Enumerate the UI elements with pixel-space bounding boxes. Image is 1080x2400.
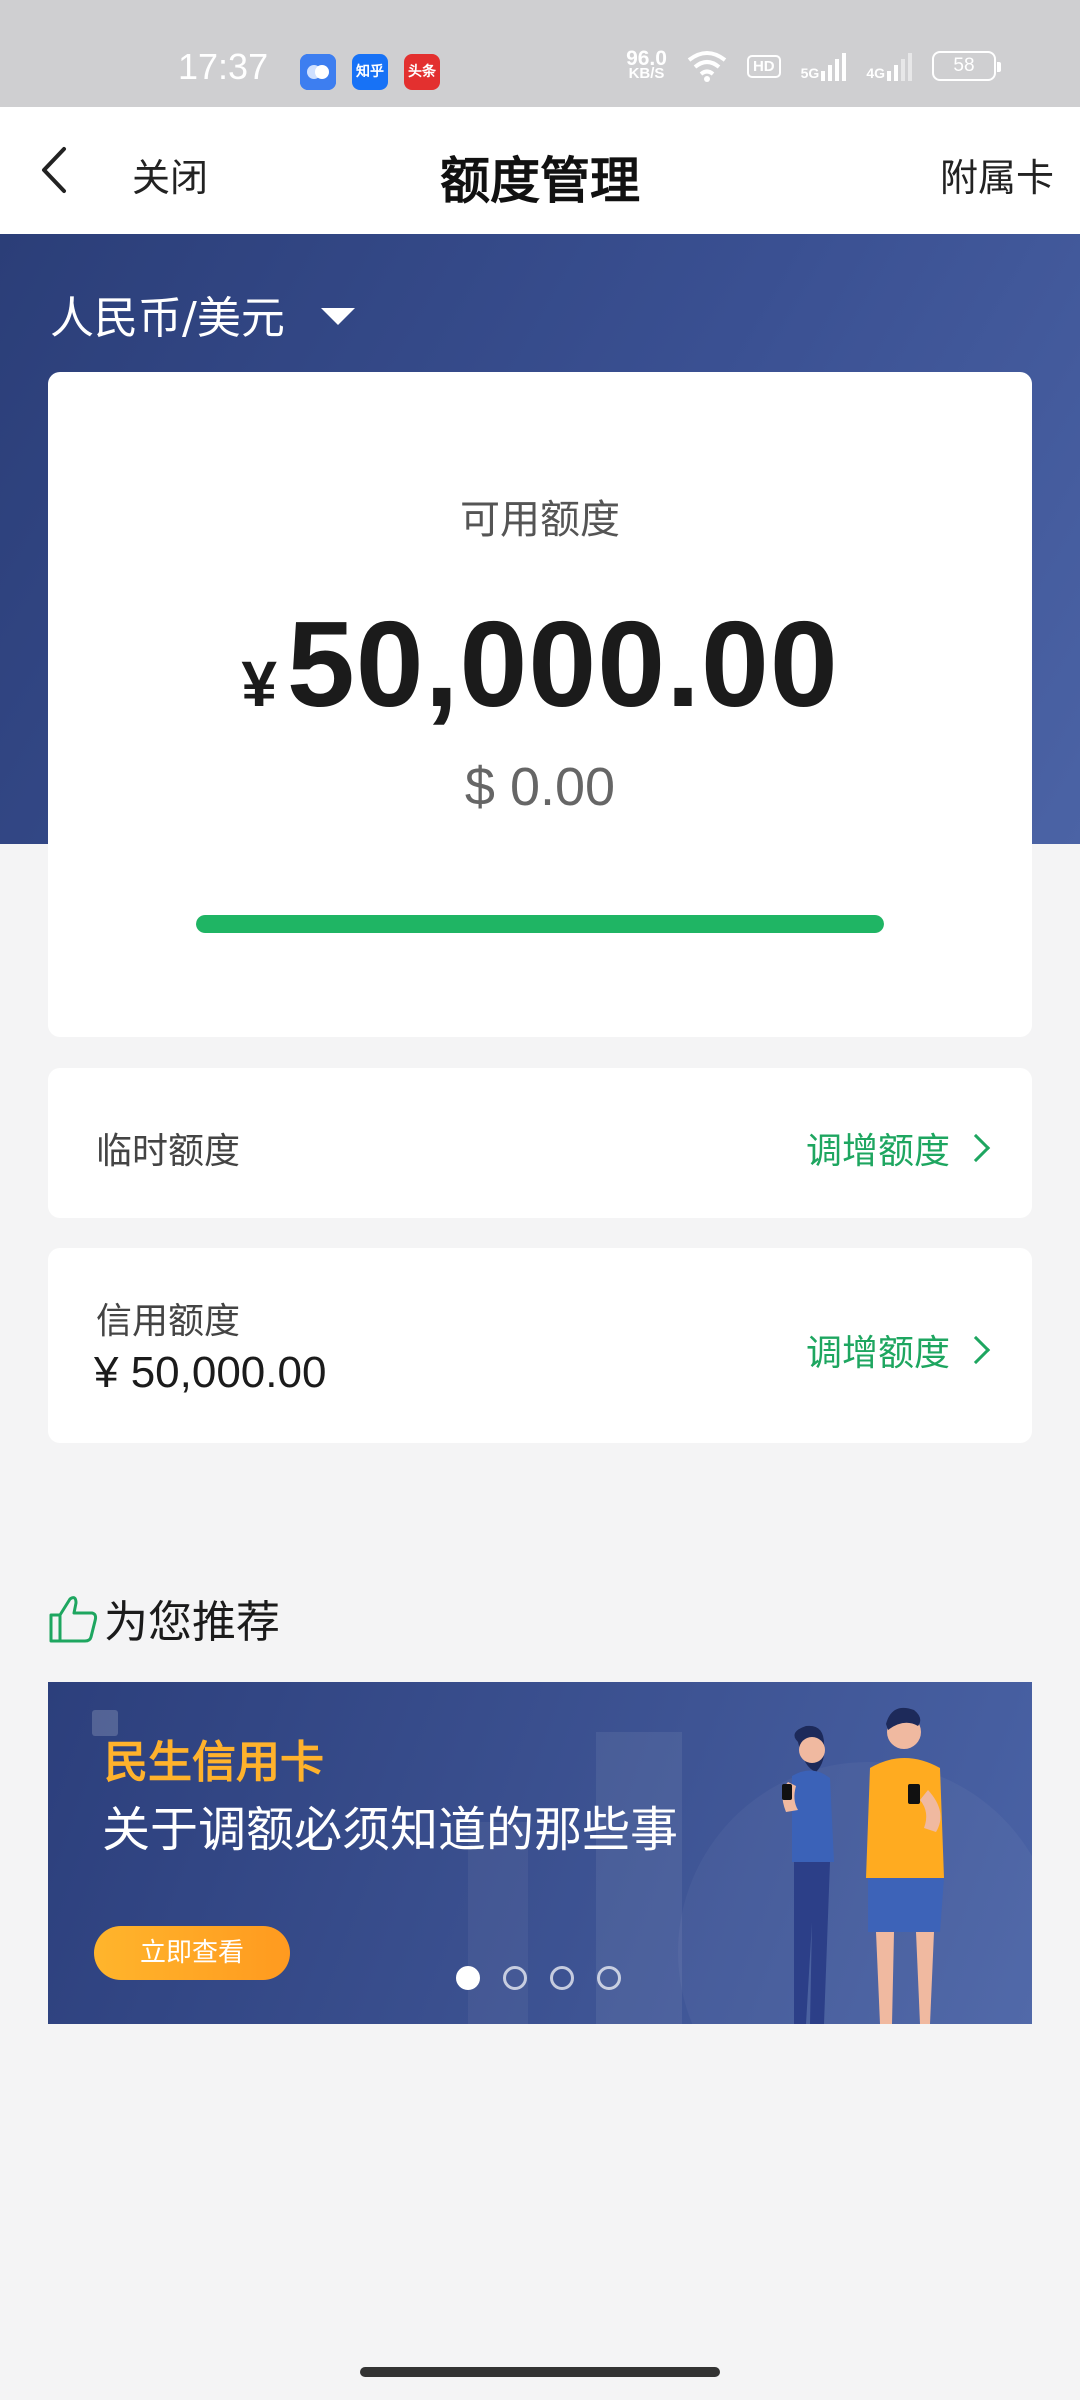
status-bar: 17:37 知乎 头条 96.0 KB/S HD 5G 4G 58 (0, 0, 1080, 107)
temp-increase-limit-label: 调增额度 (805, 1131, 950, 1172)
home-indicator[interactable] (360, 2367, 720, 2377)
signal-4g-icon: 4G (866, 51, 912, 81)
toutiao-app-icon: 头条 (404, 54, 440, 90)
wifi-icon (687, 51, 727, 82)
available-limit-label: 可用额度 (460, 497, 620, 543)
recommend-section-title: 为您推荐 (46, 1586, 280, 1650)
carousel-dot[interactable] (550, 1966, 574, 1990)
currency-selector[interactable]: 人民币/美元 (50, 282, 355, 346)
credit-limit-row: 信用额度 ¥ 50,000.00 调增额度 (48, 1248, 1032, 1443)
temp-increase-limit-link[interactable]: 调增额度 (805, 1122, 991, 1174)
carousel-dot[interactable] (597, 1966, 621, 1990)
carousel-dot[interactable] (503, 1966, 527, 1990)
available-progress-fill (196, 915, 884, 933)
thumbs-up-icon (49, 1596, 98, 1643)
chevron-right-icon (961, 1133, 991, 1163)
net-speed: 96.0 KB/S (626, 47, 667, 82)
available-limit-card: 可用额度 ¥50,000.00 $ 0.00 (48, 372, 1032, 1037)
promo-banner[interactable]: 民生信用卡 关于调额必须知道的那些事 立即查看 (48, 1682, 1032, 2024)
carousel-dot[interactable] (456, 1966, 480, 1990)
temporary-limit-row: 临时额度 调增额度 (48, 1068, 1032, 1218)
credit-increase-limit-link[interactable]: 调增额度 (805, 1324, 991, 1376)
available-amount-value: 50,000.00 (286, 596, 839, 732)
zhihu-app-icon: 知乎 (352, 54, 388, 90)
supplementary-card-button[interactable]: 附属卡 (940, 147, 1054, 202)
status-time: 17:37 (178, 46, 269, 87)
nav-bar: 关闭 额度管理 附属卡 (0, 107, 1080, 234)
credit-limit-value: ¥ 50,000.00 (94, 1348, 327, 1397)
credit-limit-label: 信用额度 (96, 1301, 241, 1342)
status-indicators: 96.0 KB/S HD 5G 4G 58 (626, 47, 1001, 82)
chevron-right-icon (961, 1335, 991, 1365)
caret-down-icon (320, 307, 355, 325)
usd-amount: $ 0.00 (464, 757, 616, 817)
page-title: 额度管理 (440, 152, 640, 210)
banner-brand: 民生信用卡 (104, 1737, 324, 1788)
recommend-title-text: 为您推荐 (104, 1597, 280, 1648)
messages-app-icon (300, 54, 336, 90)
currency-selector-label: 人民币/美元 (50, 293, 285, 344)
available-amount: ¥50,000.00 (48, 594, 1032, 734)
battery-icon: 58 (932, 51, 1001, 81)
carousel-dots (456, 1966, 621, 1990)
hd-icon: HD (746, 54, 781, 78)
banner-headline: 关于调额必须知道的那些事 (102, 1802, 679, 1858)
people-illustration (782, 1707, 944, 2024)
available-progress-bar (196, 915, 884, 933)
credit-increase-limit-label: 调增额度 (805, 1333, 950, 1374)
currency-symbol: ¥ (241, 648, 277, 720)
banner-view-now-button[interactable]: 立即查看 (94, 1926, 290, 1980)
signal-5g-icon: 5G (801, 51, 847, 81)
temporary-limit-label: 临时额度 (96, 1131, 241, 1172)
